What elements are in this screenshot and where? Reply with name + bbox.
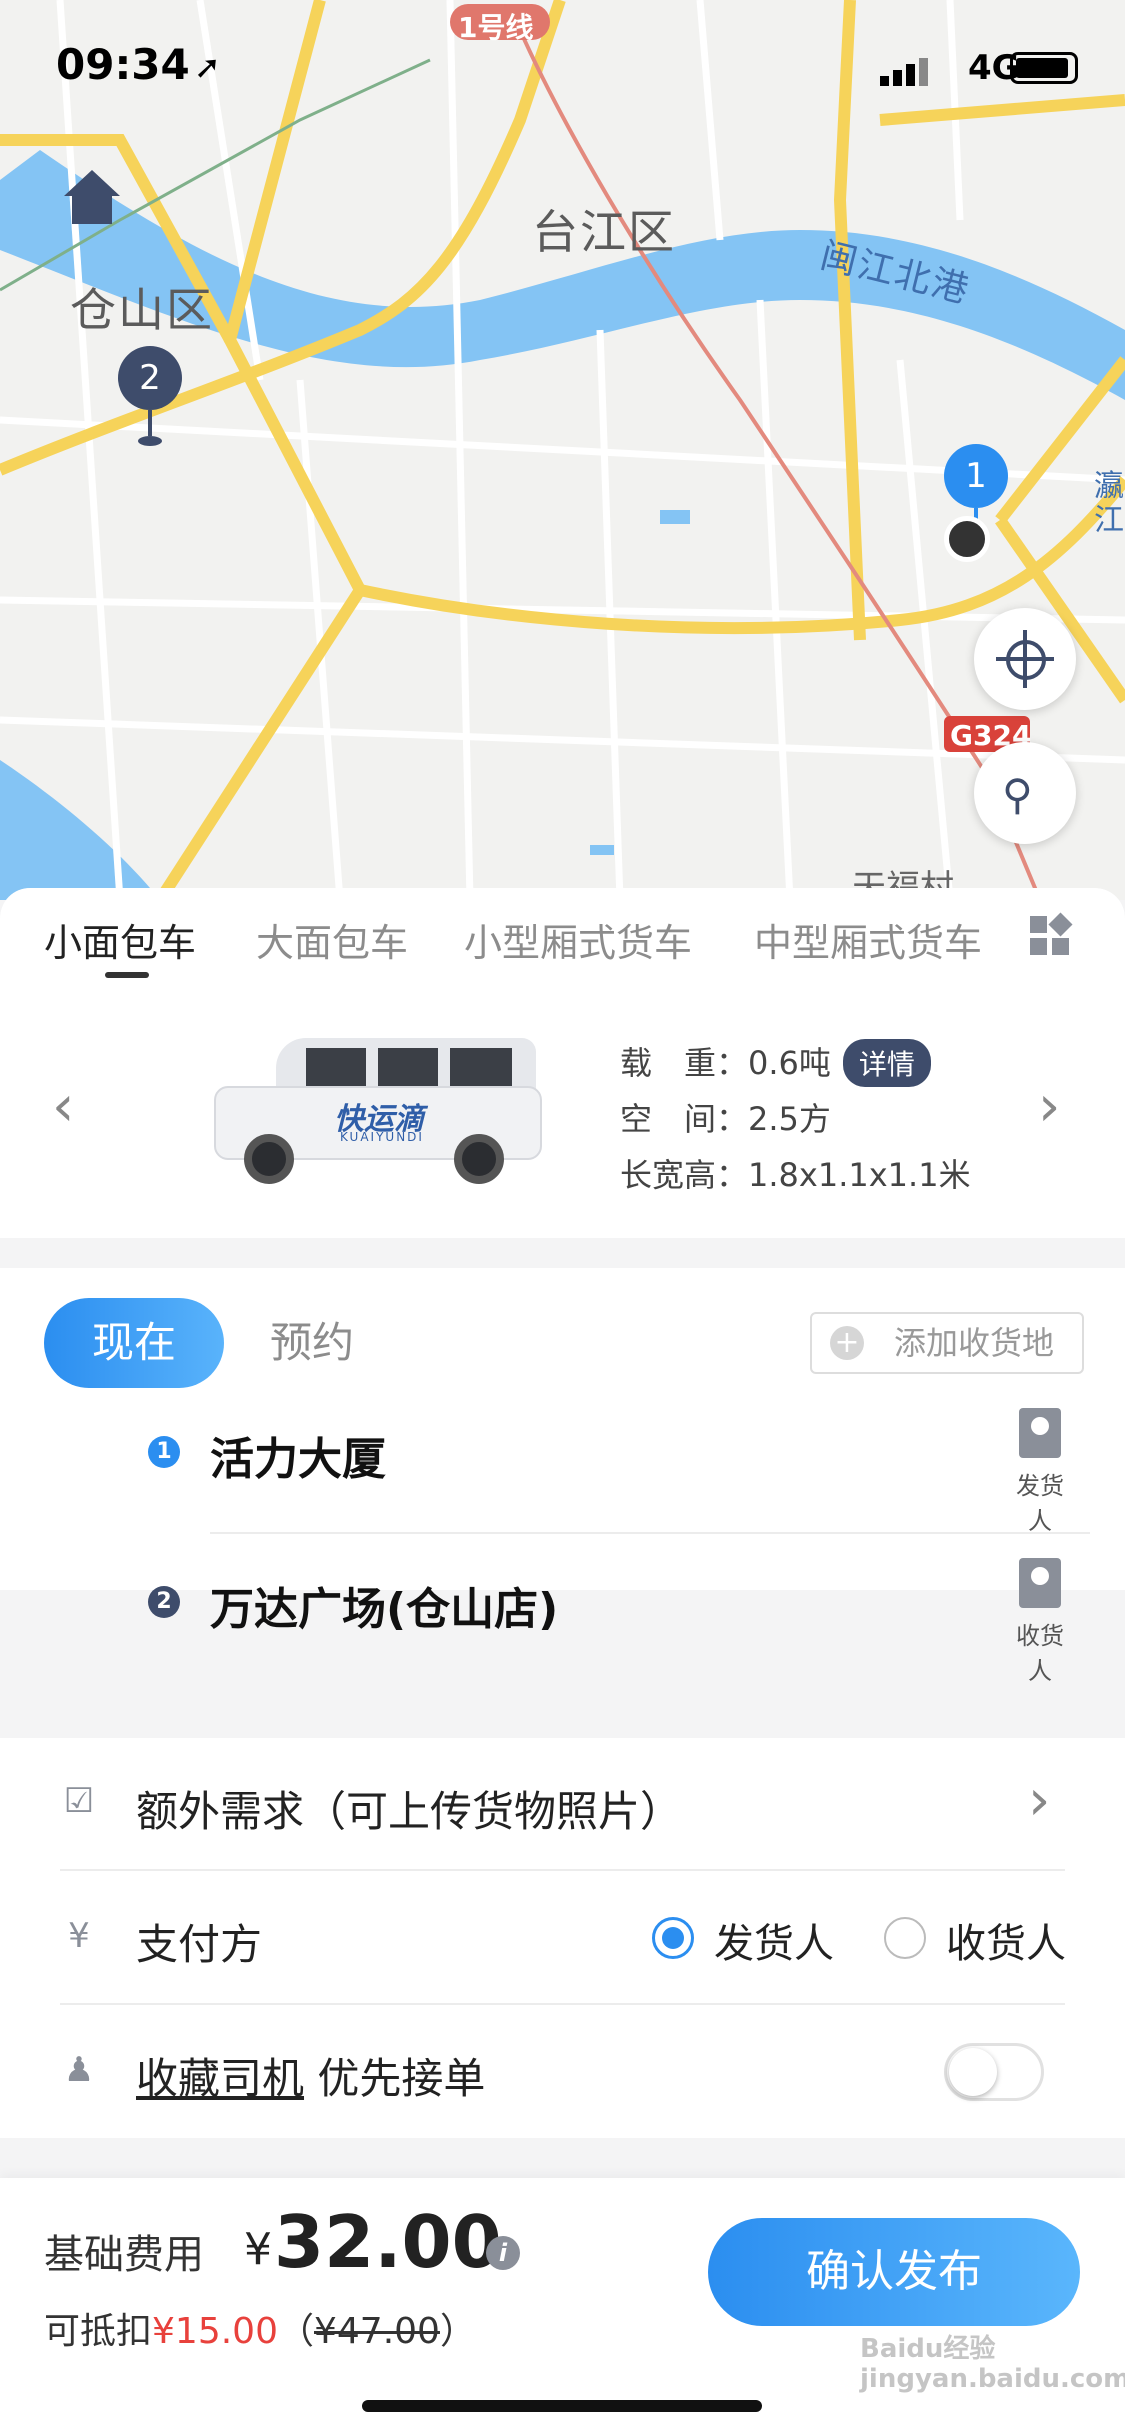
payer-receiver-radio[interactable] [884,1917,926,1959]
tab-medium-box-truck[interactable]: 中型厢式货车 [754,912,982,967]
original-suffix: ） [439,2311,476,2352]
edge-place-label: 瀛江 [1094,469,1124,538]
locate-me-button[interactable] [974,608,1076,710]
route-pin-icon: ⚲ [1002,770,1033,819]
status-time: 09:34 [56,40,190,89]
sender-contact-label: 发货人 [1016,1472,1064,1535]
extra-requirements-label: 额外需求（可上传货物照片） [136,1787,683,1836]
dropoff-address[interactable]: 万达广场(仓山店) [210,1573,558,1637]
current-location-dot [944,516,990,562]
schedule-later-button[interactable]: 预约 [270,1298,354,1388]
yen-shield-icon: ¥ [68,1916,90,1956]
prev-vehicle-arrow[interactable]: ‹ [52,1074,74,1139]
spec-dimensions: 长宽高：1.8x1.1x1.1米 [620,1150,971,1196]
bottom-price-bar: 基础费用 ¥ 32.00 i 可抵扣¥15.00（¥47.00） 确认发布 Ba… [0,2178,1125,2436]
info-icon[interactable]: i [486,2236,520,2270]
tab-small-box-truck[interactable]: 小型厢式货车 [464,912,692,967]
watermark: Baidu经验 jingyan.baidu.com [860,2334,1125,2394]
payer-sender-radio[interactable] [652,1917,694,1959]
add-destination-label: 添加收货地 [894,1324,1055,1362]
status-bar: 09:34 ➚ 4G [0,0,1125,130]
map-marker-2-label: 2 [118,346,182,410]
base-fee-label: 基础费用 [44,2232,204,2278]
spec-space-label: 空 间： [620,1100,749,1138]
checklist-icon: ☑ [63,1781,95,1821]
all-vehicles-grid-icon[interactable] [1030,912,1073,956]
payer-label: 支付方 [136,1920,263,1969]
route-button[interactable]: ⚲ [974,742,1076,844]
active-tab-indicator [105,972,149,978]
confirm-publish-button[interactable]: 确认发布 [708,2218,1080,2326]
spec-space-value: 2.5方 [748,1100,831,1138]
chevron-right-icon: › [1028,1768,1051,1833]
original-prefix: （ [277,2311,314,2352]
vehicle-card: 小面包车 大面包车 小型厢式货车 中型厢式货车 ‹ › 快运滴 KUAIYUND… [0,888,1125,1238]
receiver-contact-label: 收货人 [1016,1622,1064,1685]
original-price: ¥47.00 [314,2311,440,2352]
route-index-2: 2 [148,1586,180,1618]
home-icon[interactable] [62,168,122,228]
extra-requirements-row[interactable]: ☑ 额外需求（可上传货物照片） › [0,1738,1125,1868]
route-card: 现在 预约 + 添加收货地 1 活力大厦 发货人 2 万达广场(仓山店) 收货人 [0,1268,1125,1685]
metro-line-label: 1号线 [458,11,534,44]
detail-badge[interactable]: 详情 [842,1039,931,1087]
deduct-label: 可抵扣 [44,2311,153,2352]
options-card: ☑ 额外需求（可上传货物照片） › ¥ 支付方 发货人 收货人 ♟ 收藏司机 优… [0,1738,1125,2138]
spec-space: 空 间：2.5方 [620,1094,831,1140]
sender-contact-button[interactable]: 发货人 [1005,1408,1075,1536]
spec-load-value: 0.6吨 [748,1044,831,1082]
deduction-line: 可抵扣¥15.00（¥47.00） [44,2302,476,2354]
add-destination-button[interactable]: + 添加收货地 [810,1312,1084,1374]
contact-book-icon [1019,1558,1061,1608]
map-marker-2[interactable]: 2 [118,346,182,446]
location-arrow-icon: ➚ [194,48,221,86]
favorite-driver-toggle[interactable] [944,2043,1044,2101]
tab-large-van[interactable]: 大面包车 [256,912,408,967]
district-label-cangshan: 仓山区 [70,283,214,337]
spec-load: 载 重：0.6吨 详情 [620,1038,931,1087]
tab-small-van[interactable]: 小面包车 [44,912,196,967]
district-label-taijiang: 台江区 [532,205,676,259]
price-currency: ¥ [244,2224,272,2275]
spec-dims-value: 1.8x1.1x1.1米 [748,1156,971,1194]
favorite-driver-suffix: 优先接单 [304,2054,486,2103]
driver-icon: ♟ [63,2050,95,2090]
route-index-1: 1 [148,1436,180,1468]
favorite-driver-link[interactable]: 收藏司机 [136,2054,304,2103]
spec-load-label: 载 重： [620,1044,749,1082]
van-brand-en-text: KUAIYUNDI [340,1130,424,1144]
map-view[interactable]: 09:34 ➚ 4G 1号线 台江区 仓山区 闽江北港 G324 天福村 瀛江 … [0,0,1125,900]
home-indicator[interactable] [362,2400,762,2412]
spec-dims-label: 长宽高： [620,1156,749,1194]
route-divider [210,1532,1090,1534]
price-amount: 32.00 [274,2200,502,2284]
map-marker-1-label: 1 [944,444,1008,508]
receiver-contact-button[interactable]: 收货人 [1005,1558,1075,1686]
payer-sender-label[interactable]: 发货人 [714,1911,834,1969]
van-image: 快运滴 KUAIYUNDI [206,1038,546,1188]
pickup-address[interactable]: 活力大厦 [210,1423,386,1487]
favorite-driver-label: 收藏司机 优先接单 [136,2045,485,2106]
signal-icon [880,56,930,86]
deduct-value: ¥15.00 [152,2311,278,2352]
payer-row: ¥ 支付方 发货人 收货人 [0,1871,1125,2003]
battery-icon [1010,52,1078,84]
plus-icon: + [830,1326,864,1360]
payer-receiver-label[interactable]: 收货人 [946,1911,1066,1969]
next-vehicle-arrow[interactable]: › [1038,1074,1060,1139]
now-button[interactable]: 现在 [44,1298,224,1388]
contact-book-icon [1019,1408,1061,1458]
favorite-driver-row: ♟ 收藏司机 优先接单 [0,2005,1125,2138]
